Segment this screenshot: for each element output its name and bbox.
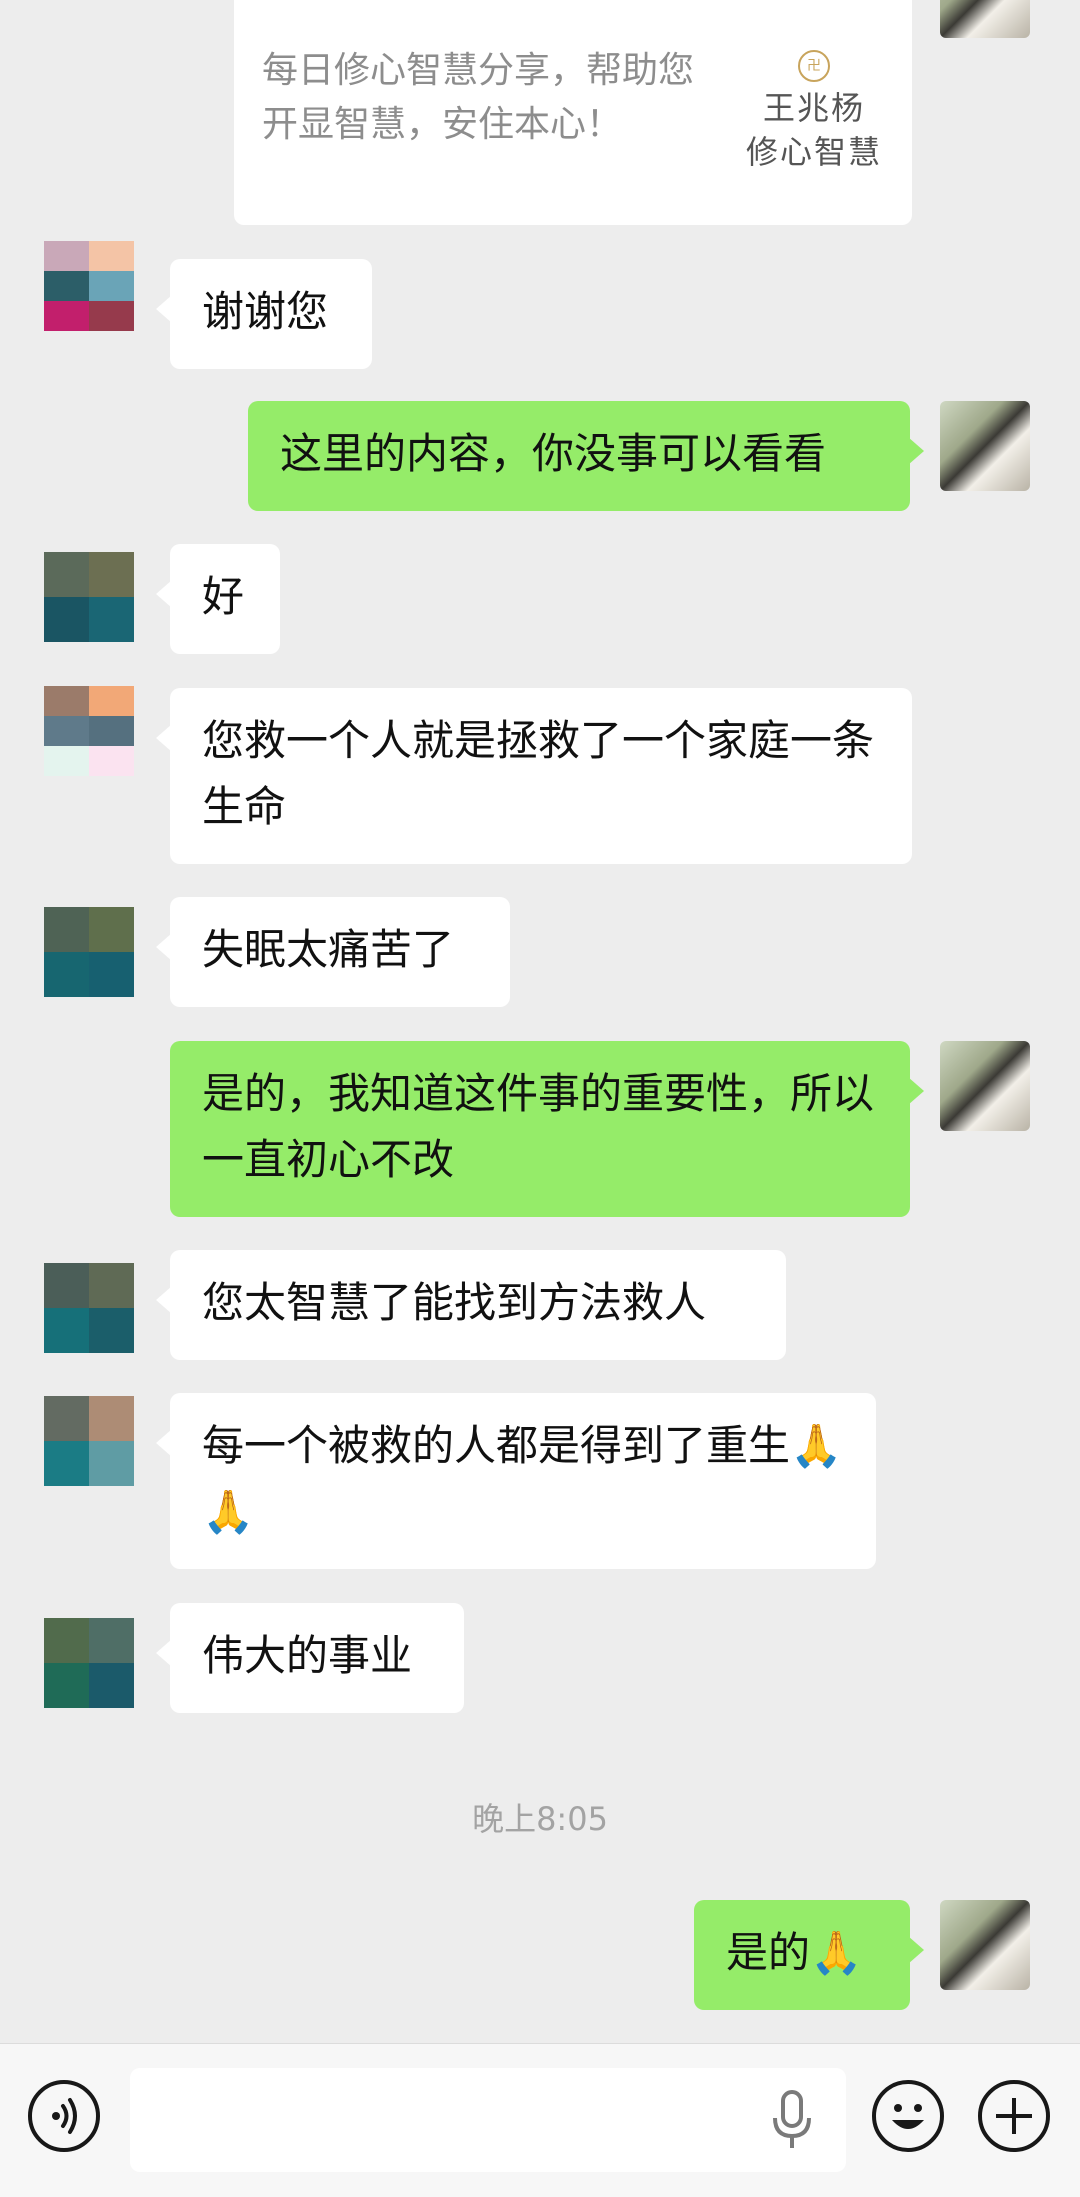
contact-avatar[interactable] xyxy=(44,241,134,331)
my-avatar[interactable] xyxy=(940,1041,1030,1131)
incoming-message[interactable]: 失眠太痛苦了 xyxy=(156,897,510,1007)
voice-input-button[interactable] xyxy=(28,2080,100,2152)
incoming-message[interactable]: 您太智慧了能找到方法救人 xyxy=(156,1250,786,1360)
card-description: 每日修心智慧分享，帮助您开显智慧，安住本心！ xyxy=(262,50,695,145)
pixelated-avatar xyxy=(44,1618,134,1708)
logo-seal-icon: 卍 xyxy=(798,50,830,82)
incoming-message[interactable]: 好 xyxy=(156,544,280,654)
pixelated-avatar xyxy=(44,241,134,331)
more-options-button[interactable] xyxy=(978,2080,1050,2152)
contact-avatar[interactable] xyxy=(44,1396,134,1486)
logo-line2: 修心智慧 xyxy=(745,133,882,171)
card-logo: 卍 王兆杨 修心智慧 xyxy=(734,50,894,174)
pixelated-avatar xyxy=(44,907,134,997)
shared-article-card[interactable]: 每日修心智慧分享，帮助您开显智慧，安住本心！ 卍 王兆杨 修心智慧 xyxy=(234,0,912,225)
emoji-button[interactable] xyxy=(872,2080,944,2152)
contact-avatar[interactable] xyxy=(44,552,134,642)
my-avatar[interactable] xyxy=(940,401,1030,491)
incoming-message[interactable]: 每一个被救的人都是得到了重生🙏🙏 xyxy=(156,1393,876,1569)
logo-line1: 王兆杨 xyxy=(762,89,865,127)
plus-icon xyxy=(996,2098,1032,2134)
voice-input-icon xyxy=(52,2098,77,2134)
message-timestamp: 晚上8:05 xyxy=(472,1800,608,1838)
pixelated-avatar xyxy=(44,1396,134,1486)
pixelated-avatar xyxy=(44,1263,134,1353)
contact-avatar[interactable] xyxy=(44,907,134,997)
pixelated-avatar xyxy=(44,686,134,776)
chat-area[interactable]: 每日修心智慧分享，帮助您开显智慧，安住本心！ 卍 王兆杨 修心智慧 谢谢您 这里… xyxy=(0,0,1080,2043)
message-input[interactable] xyxy=(130,2068,846,2172)
my-avatar[interactable] xyxy=(940,0,1030,38)
my-avatar[interactable] xyxy=(940,1900,1030,1990)
microphone-icon[interactable] xyxy=(770,2090,814,2150)
outgoing-message[interactable]: 是的，我知道这件事的重要性，所以一直初心不改 xyxy=(170,1041,924,1217)
incoming-message[interactable]: 您救一个人就是拯救了一个家庭一条生命 xyxy=(156,688,912,864)
emoji-icon xyxy=(892,2104,924,2129)
contact-avatar[interactable] xyxy=(44,1263,134,1353)
contact-avatar[interactable] xyxy=(44,686,134,776)
incoming-message[interactable]: 伟大的事业 xyxy=(156,1603,464,1713)
pixelated-avatar xyxy=(44,552,134,642)
input-bar xyxy=(0,2043,1080,2197)
outgoing-message[interactable]: 是的🙏 xyxy=(694,1900,924,2010)
outgoing-message[interactable]: 这里的内容，你没事可以看看 xyxy=(248,401,924,511)
contact-avatar[interactable] xyxy=(44,1618,134,1708)
incoming-message[interactable]: 谢谢您 xyxy=(156,259,372,369)
